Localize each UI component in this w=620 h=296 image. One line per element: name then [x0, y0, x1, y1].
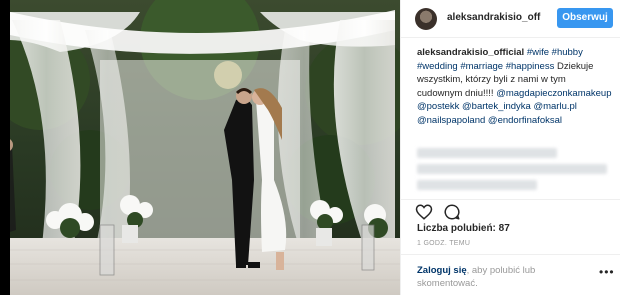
avatar[interactable] — [415, 8, 437, 30]
likes-count[interactable]: Liczba polubień: 87 — [417, 223, 510, 234]
post-time[interactable]: 1 GODZ. TEMU — [417, 240, 470, 247]
caption-link[interactable]: @marlu.pl — [533, 101, 576, 112]
more-options-icon[interactable]: ••• — [599, 265, 615, 279]
login-link[interactable]: Zaloguj się — [417, 265, 467, 276]
blurred-line — [417, 180, 537, 190]
caption-link[interactable]: #hubby — [552, 47, 583, 58]
caption-link[interactable]: @bartek_indyka — [462, 101, 531, 112]
post-actions — [401, 199, 620, 220]
post-side-panel: aleksandrakisio_off Obserwuj aleksandrak… — [400, 0, 620, 295]
caption-link[interactable]: @nailspapoland — [417, 115, 485, 126]
blurred-comments — [417, 146, 613, 194]
heart-icon[interactable] — [415, 203, 433, 221]
caption-link[interactable]: @postekk — [417, 101, 459, 112]
comment-icon[interactable] — [443, 203, 461, 221]
photo-frame-edge — [0, 0, 10, 295]
post-header: aleksandrakisio_off Obserwuj — [401, 0, 620, 38]
blurred-line — [417, 164, 607, 174]
caption-link[interactable]: @magdapieczonkamakeup — [496, 88, 611, 99]
wedding-photo-image — [0, 0, 400, 295]
caption-link[interactable]: #marriage — [460, 61, 503, 72]
caption-link[interactable]: #wedding — [417, 61, 458, 72]
caption-link[interactable]: #happiness — [506, 61, 555, 72]
caption-link[interactable]: #wife — [527, 47, 549, 58]
caption-link[interactable]: @endorfinafoksal — [488, 115, 562, 126]
follow-button[interactable]: Obserwuj — [557, 8, 613, 28]
caption-body: #wife #hubby #wedding #marriage #happine… — [417, 47, 612, 126]
post-caption: aleksandrakisio_official #wife #hubby #w… — [417, 46, 613, 127]
header-username[interactable]: aleksandrakisio_off — [447, 12, 540, 23]
login-text: Zaloguj się, aby polubić lub skomentować… — [417, 264, 567, 290]
login-prompt: Zaloguj się, aby polubić lub skomentować… — [401, 254, 620, 296]
blurred-line — [417, 148, 557, 158]
caption-author[interactable]: aleksandrakisio_official — [417, 47, 524, 58]
post-photo[interactable] — [0, 0, 400, 295]
